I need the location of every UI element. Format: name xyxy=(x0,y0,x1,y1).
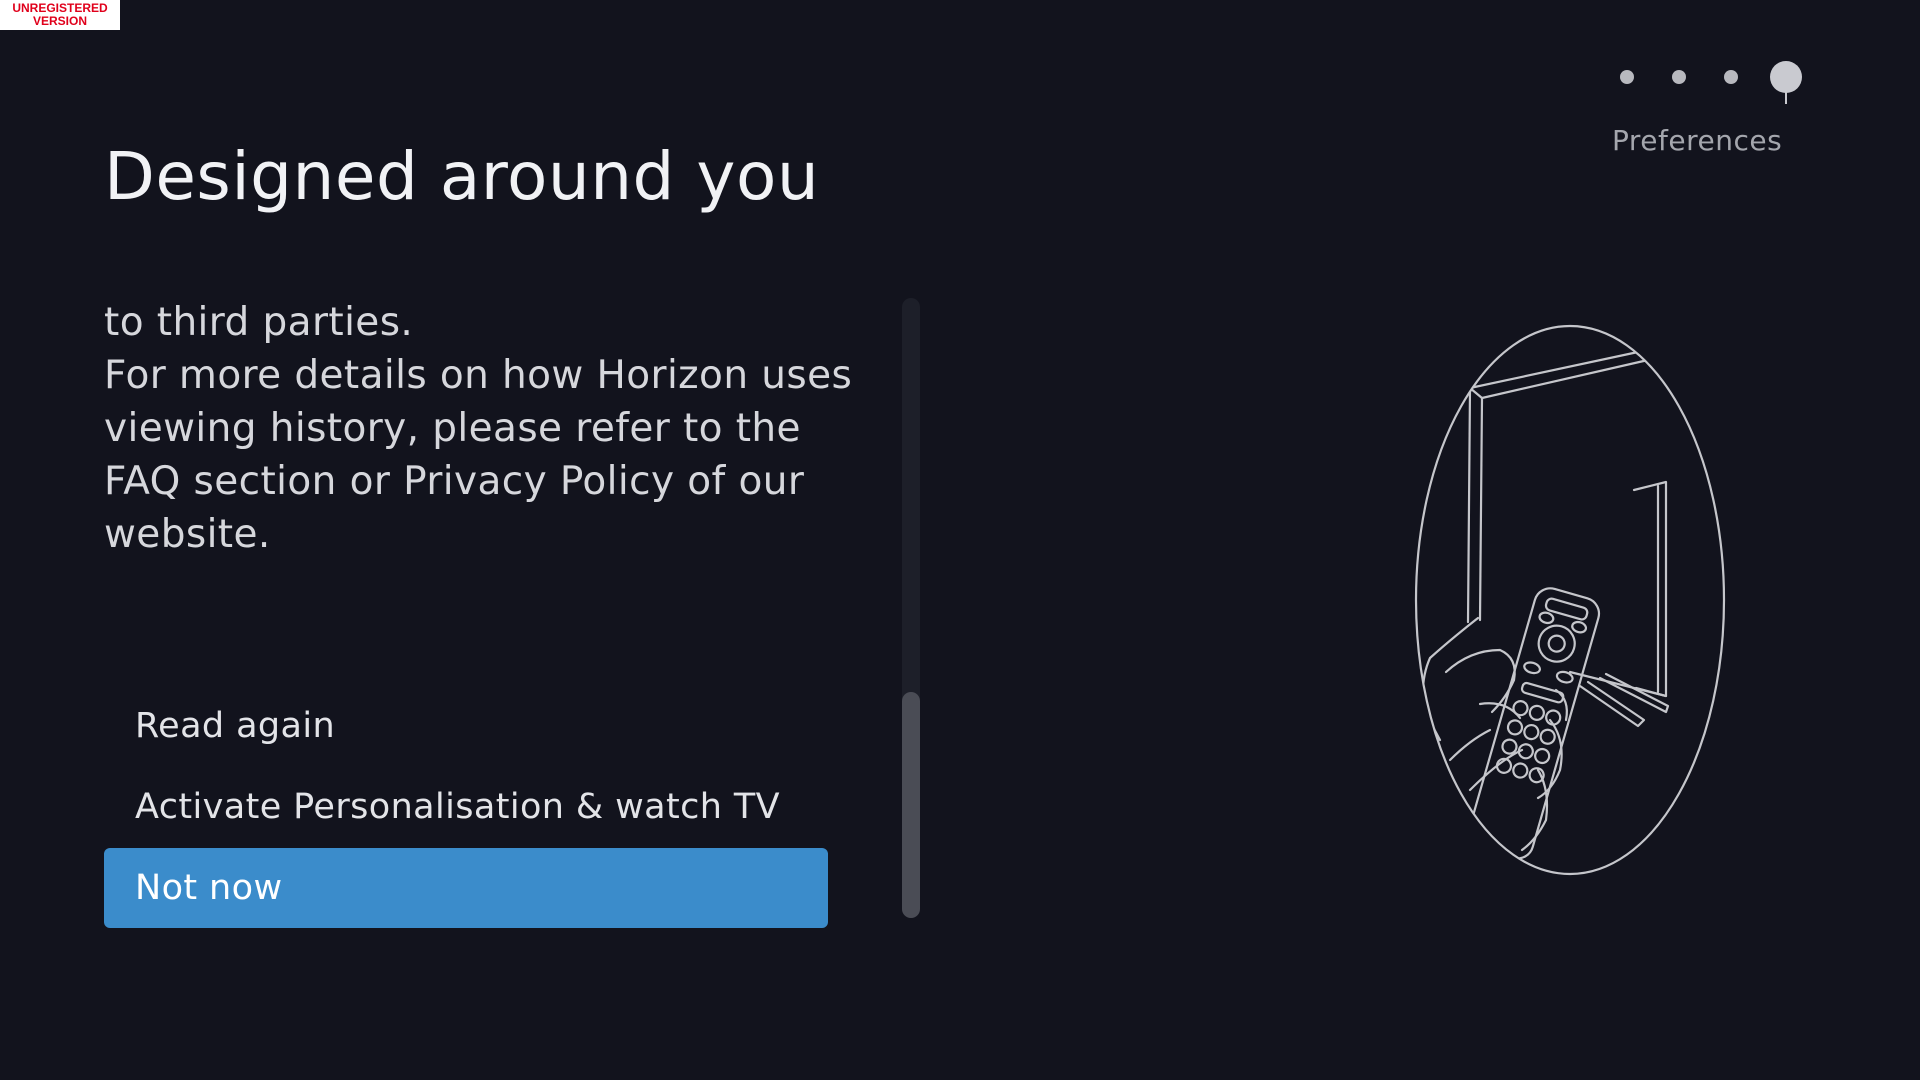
step-dot-3 xyxy=(1724,70,1738,84)
text-scrollbar[interactable] xyxy=(902,298,920,918)
description-line: viewing history, please refer to the xyxy=(104,406,801,451)
read-again-button[interactable]: Read again xyxy=(104,686,828,766)
activate-personalisation-button[interactable]: Activate Personalisation & watch TV xyxy=(104,767,828,847)
description-text: to third parties. For more details on ho… xyxy=(104,296,884,561)
description-line: website. xyxy=(104,512,271,557)
options-menu: Read again Activate Personalisation & wa… xyxy=(104,686,828,929)
tv-remote-illustration-icon xyxy=(1414,324,1726,876)
not-now-button[interactable]: Not now xyxy=(104,848,828,928)
scrollbar-thumb[interactable] xyxy=(902,692,920,918)
page-title: Designed around you xyxy=(104,138,820,215)
step-dot-2 xyxy=(1672,70,1686,84)
step-dot-1 xyxy=(1620,70,1634,84)
watermark-line-2: VERSION xyxy=(32,14,87,28)
description-line: to third parties. xyxy=(104,300,414,345)
step-label: Preferences xyxy=(1612,124,1783,157)
description-line: For more details on how Horizon uses xyxy=(104,353,853,398)
unregistered-watermark: UNREGISTERED VERSION xyxy=(0,0,120,30)
step-dot-current xyxy=(1770,61,1802,93)
step-pin-icon xyxy=(1785,92,1787,104)
description-line: FAQ section or Privacy Policy of our xyxy=(104,459,805,504)
progress-stepper xyxy=(1604,58,1804,108)
